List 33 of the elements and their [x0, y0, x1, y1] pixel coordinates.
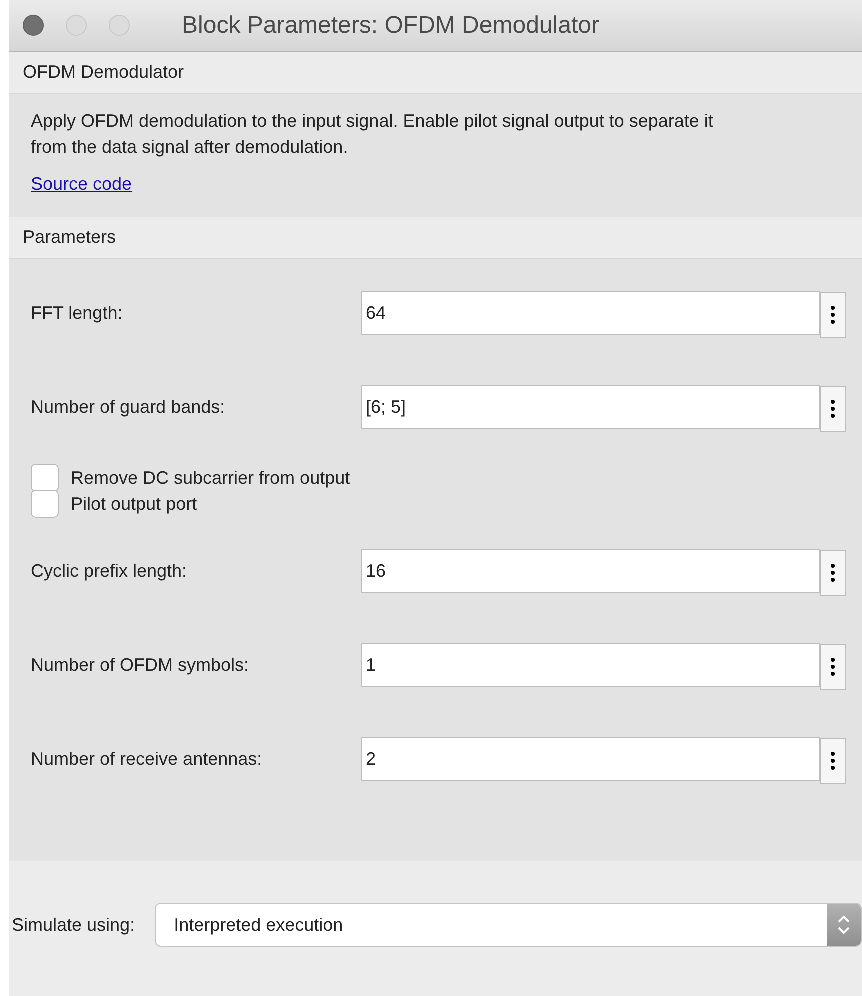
- more-icon: [831, 400, 835, 418]
- input-field[interactable]: 16: [361, 549, 820, 593]
- input-field[interactable]: 2: [361, 737, 820, 781]
- input-field[interactable]: 64: [361, 291, 820, 335]
- section-title: Parameters: [23, 227, 116, 248]
- more-options-button[interactable]: [820, 644, 846, 690]
- stepper-icon: [827, 904, 861, 946]
- more-icon: [831, 306, 835, 324]
- checkbox[interactable]: [31, 490, 59, 518]
- simulate-label: Simulate using:: [12, 914, 136, 936]
- input-field[interactable]: 1: [361, 643, 820, 687]
- checkbox-label: Remove DC subcarrier from output: [71, 468, 350, 488]
- checkbox-label: Pilot output port: [71, 494, 198, 514]
- checkbox[interactable]: [31, 464, 59, 492]
- field-label: Number of guard bands:: [31, 396, 226, 418]
- section-title: OFDM Demodulator: [23, 62, 184, 83]
- field-label: Number of receive antennas:: [31, 748, 264, 770]
- more-icon: [831, 564, 835, 582]
- field-label: Number of OFDM symbols:: [31, 654, 250, 676]
- more-options-button[interactable]: [820, 550, 846, 596]
- field-label: Cyclic prefix length:: [31, 560, 188, 582]
- window-title: Block Parameters: OFDM Demodulator: [182, 12, 600, 40]
- description-text: Apply OFDM demodulation to the input signal. Enable pilot signal output to separate it from the data signal after demodulation.: [31, 110, 714, 159]
- more-options-button[interactable]: [820, 292, 846, 338]
- field-label: FFT length:: [31, 302, 124, 324]
- more-options-button[interactable]: [820, 386, 846, 432]
- simulate-dropdown[interactable]: Interpreted execution: [155, 903, 862, 947]
- more-options-button[interactable]: [820, 738, 846, 784]
- source-code-link[interactable]: Source code: [31, 174, 132, 194]
- more-icon: [831, 752, 835, 770]
- more-icon: [831, 658, 835, 676]
- input-field[interactable]: [6; 5]: [361, 385, 820, 429]
- close-button[interactable]: [23, 15, 44, 36]
